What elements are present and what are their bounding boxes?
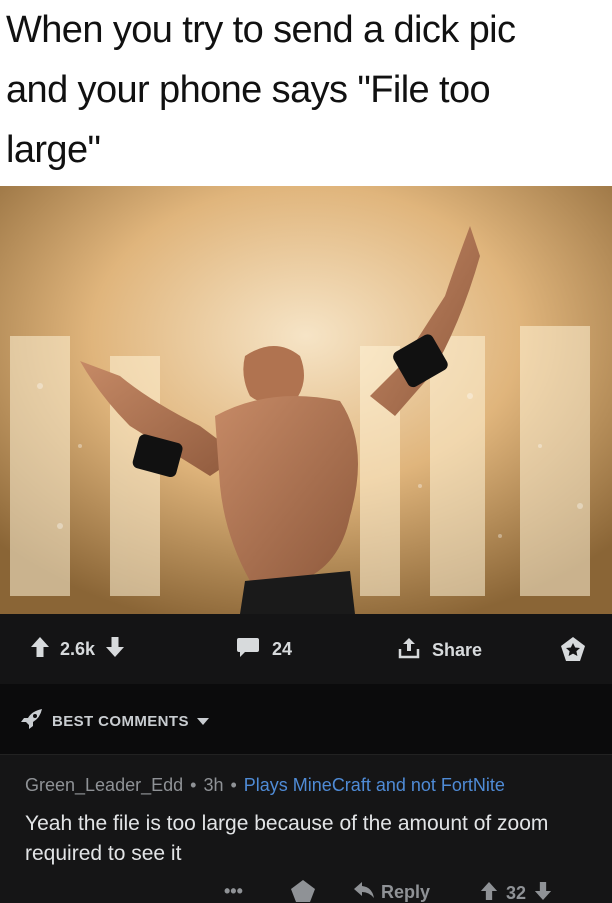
- post-action-bar: 2.6k 24 Share: [0, 614, 612, 684]
- comment-meta: Green_Leader_Edd • 3h • Plays MineCraft …: [25, 775, 505, 796]
- comment-icon: [236, 636, 260, 663]
- reply-icon: [353, 881, 375, 903]
- reply-button[interactable]: Reply: [353, 881, 430, 903]
- comment-vote-group: 32: [480, 881, 552, 903]
- sort-label: BEST COMMENTS: [52, 712, 189, 730]
- meme-photo: [0, 186, 612, 614]
- upvote-icon[interactable]: [30, 636, 50, 663]
- comments-button[interactable]: 24: [236, 636, 292, 663]
- sort-dropdown[interactable]: BEST COMMENTS: [20, 708, 209, 734]
- more-icon[interactable]: •••: [224, 881, 243, 902]
- comment-author[interactable]: Green_Leader_Edd: [25, 775, 183, 796]
- comment-award-icon[interactable]: [290, 879, 316, 903]
- award-button[interactable]: [560, 636, 586, 667]
- rocket-icon: [20, 708, 44, 734]
- comment-count: 24: [272, 639, 293, 659]
- user-flair: Plays MineCraft and not FortNite: [243, 775, 505, 795]
- meme-caption: When you try to send a dick pic and your…: [0, 0, 612, 186]
- meta-separator: •: [230, 775, 237, 795]
- chevron-down-icon: [196, 713, 209, 730]
- comment-body: Yeah the file is too large because of th…: [25, 812, 549, 865]
- share-label: Share: [432, 640, 483, 660]
- meta-separator: •: [190, 775, 197, 795]
- reply-label: Reply: [381, 882, 431, 902]
- comment-actions: ••• Reply 32: [0, 879, 612, 903]
- wrestler-photo-illustration: [0, 186, 612, 614]
- award-icon: [560, 636, 586, 667]
- comment-age: 3h: [203, 775, 224, 795]
- downvote-icon[interactable]: [105, 636, 125, 663]
- comment-score: 32: [506, 883, 527, 903]
- comments-sort-bar: BEST COMMENTS: [0, 684, 612, 754]
- vote-group: 2.6k: [30, 636, 125, 663]
- upvote-icon[interactable]: [480, 881, 498, 903]
- post-score: 2.6k: [60, 639, 96, 659]
- share-icon: [398, 636, 420, 665]
- comment-card: Green_Leader_Edd • 3h • Plays MineCraft …: [0, 754, 612, 903]
- share-button[interactable]: Share: [398, 636, 482, 665]
- downvote-icon[interactable]: [534, 881, 552, 903]
